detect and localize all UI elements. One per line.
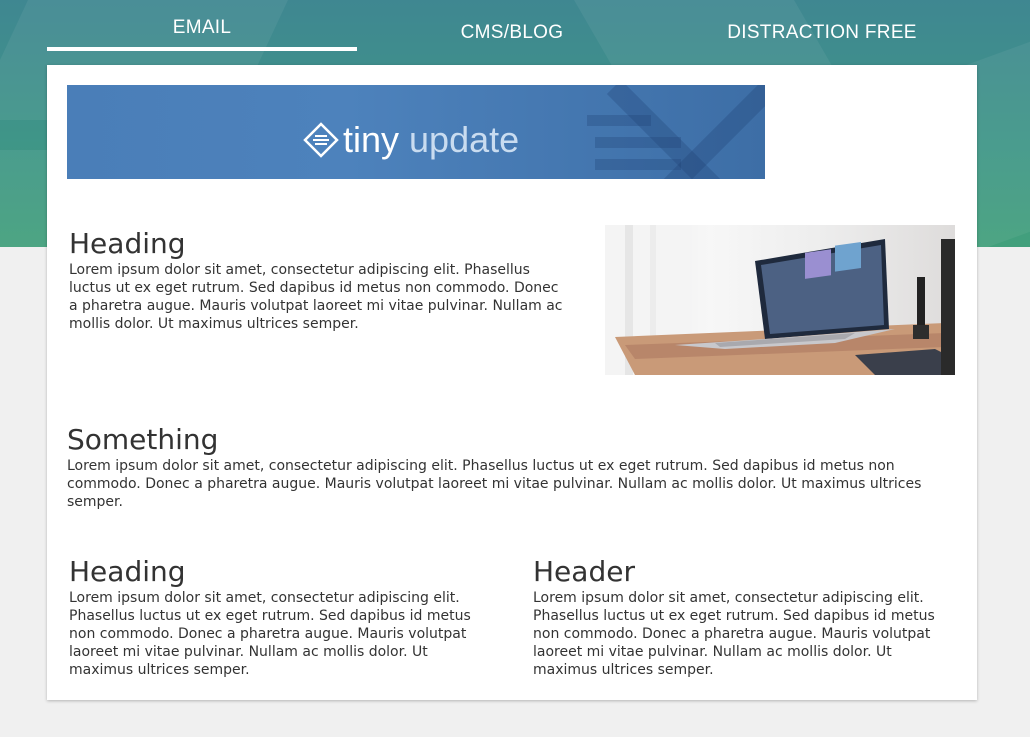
section-top-heading: Heading <box>69 227 186 260</box>
tiny-diamond-icon <box>303 122 339 158</box>
section-middle-body: Lorem ipsum dolor sit amet, consectetur … <box>67 458 922 510</box>
section-top: Heading Lorem ipsum dolor sit amet, cons… <box>69 229 569 333</box>
section-bottom-right-heading: Header <box>533 555 635 588</box>
section-bottom-left: Heading Lorem ipsum dolor sit amet, cons… <box>69 557 489 679</box>
laptop-photo-icon <box>605 225 955 375</box>
section-top-body: Lorem ipsum dolor sit amet, consectetur … <box>69 262 563 332</box>
tab-email-label: EMAIL <box>172 17 232 38</box>
tiny-update-banner: tiny update <box>67 85 765 179</box>
editor-mode-tabs: EMAIL CMS/BLOG DISTRACTION FREE <box>47 0 977 52</box>
editor-content-area[interactable]: tiny update Heading Lorem ipsum dolor si… <box>47 65 977 700</box>
tab-cms-blog-label: CMS/BLOG <box>460 22 564 43</box>
logo-word-update: update <box>409 119 520 160</box>
laptop-photo <box>605 225 955 375</box>
section-bottom-left-body: Lorem ipsum dolor sit amet, consectetur … <box>69 590 471 678</box>
tiny-logo: tiny update <box>303 119 519 161</box>
logo-word-tiny: tiny <box>343 119 400 160</box>
tab-distraction-free[interactable]: DISTRACTION FREE <box>667 0 977 52</box>
section-bottom-right-body: Lorem ipsum dolor sit amet, consectetur … <box>533 590 935 678</box>
section-bottom-left-heading: Heading <box>69 555 186 588</box>
tab-distraction-free-label: DISTRACTION FREE <box>727 22 917 43</box>
section-middle: Something Lorem ipsum dolor sit amet, co… <box>67 425 947 511</box>
section-bottom-right: Header Lorem ipsum dolor sit amet, conse… <box>533 557 953 679</box>
section-middle-heading: Something <box>67 423 219 456</box>
tab-email[interactable]: EMAIL <box>47 0 357 52</box>
tab-cms-blog[interactable]: CMS/BLOG <box>357 0 667 52</box>
